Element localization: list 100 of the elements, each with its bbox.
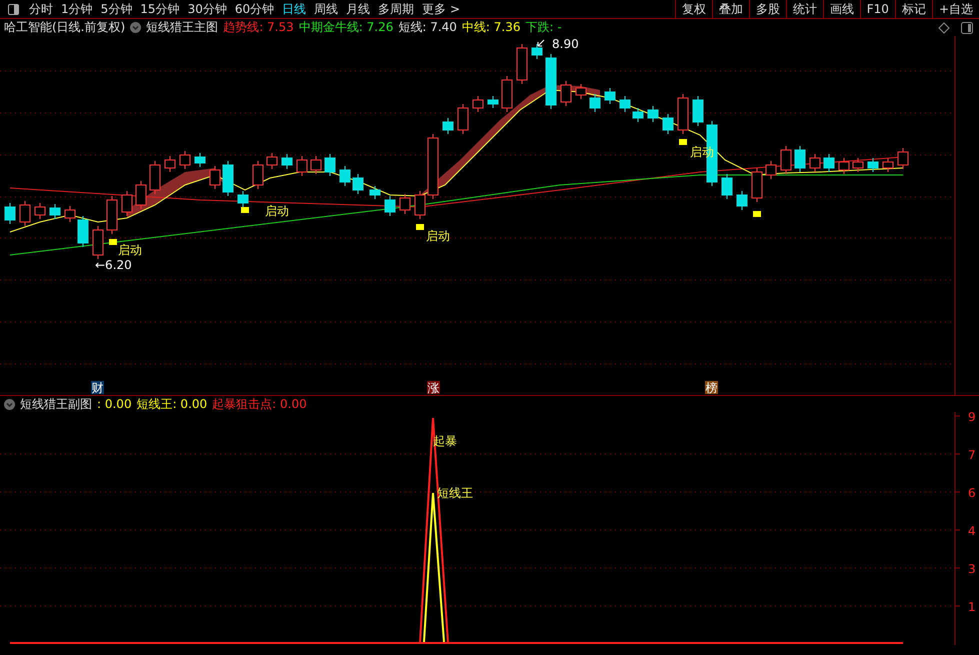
candlestick — [882, 158, 894, 172]
indicator-reading: 趋势线: 7.53 — [223, 19, 294, 36]
candlestick — [560, 80, 572, 106]
indicator-reading: 下跌: - — [526, 19, 562, 36]
candlestick — [620, 96, 630, 112]
candlestick — [180, 150, 190, 170]
candlestick — [780, 146, 792, 174]
chevron-icon[interactable] — [4, 398, 15, 410]
candlestick — [324, 154, 336, 176]
toolbar-button[interactable]: 画线 — [822, 0, 860, 18]
toolbar-button[interactable]: 统计 — [786, 0, 823, 18]
signal-label: 启动 — [426, 229, 450, 243]
event-badge[interactable]: 榜 — [705, 381, 718, 395]
period-tab[interactable]: 60分钟 — [230, 0, 278, 18]
signal-marker — [416, 224, 424, 230]
signal-marker — [679, 139, 687, 145]
indicator-reading: 短线: 7.40 — [398, 19, 457, 36]
candlestick — [442, 118, 454, 134]
candlestick — [414, 190, 426, 220]
candlestick — [106, 196, 118, 234]
arrow-icon — [538, 40, 544, 46]
signal-label: 启动 — [118, 243, 142, 257]
signal-marker — [241, 207, 249, 213]
candlestick — [868, 158, 878, 172]
candlestick — [824, 154, 834, 172]
candlestick — [400, 194, 410, 214]
event-badge[interactable]: 财 — [91, 381, 104, 395]
period-tab[interactable]: 15分钟 — [136, 0, 184, 18]
candlestick — [752, 168, 762, 202]
period-tab[interactable]: 日线 — [278, 0, 310, 18]
period-tab[interactable]: 1分钟 — [57, 0, 97, 18]
price-label: ←6.20 — [95, 258, 132, 272]
candlestick — [502, 76, 512, 112]
candlestick — [210, 166, 220, 190]
period-tab[interactable]: 30分钟 — [184, 0, 231, 18]
toolbar-button[interactable]: F10 — [860, 0, 895, 18]
candlestick — [20, 200, 30, 226]
period-tab[interactable]: 多周期 — [374, 0, 418, 18]
toolbar-button[interactable]: 标记 — [894, 0, 932, 18]
candlestick — [252, 160, 264, 190]
diamond-icon[interactable] — [938, 22, 950, 34]
candlestick — [516, 44, 528, 84]
axis-label: 4 — [968, 524, 976, 538]
candlestick — [722, 174, 732, 200]
candlestick — [458, 104, 468, 134]
candlestick — [64, 206, 76, 222]
candlestick — [238, 190, 248, 208]
axis-label: 6 — [968, 486, 976, 500]
period-tab[interactable]: 分时 — [25, 0, 57, 18]
candlestick — [34, 202, 46, 220]
toolbar-button[interactable]: +自选 — [932, 0, 979, 18]
candlestick — [428, 134, 438, 200]
toolbar-button[interactable]: 多股 — [748, 0, 786, 18]
candlestick — [340, 166, 350, 186]
axis-label: 9 — [968, 412, 976, 424]
candlestick — [838, 158, 850, 174]
indicator-reading: 中期金牛线: 7.26 — [298, 19, 394, 36]
candlestick — [532, 44, 542, 60]
period-tab[interactable]: 月线 — [342, 0, 374, 18]
candlestick — [736, 190, 748, 210]
chevron-icon[interactable] — [130, 22, 142, 33]
toolbar-button[interactable]: 叠加 — [712, 0, 749, 18]
panel-toggle-icon[interactable] — [8, 4, 19, 14]
price-label: 8.90 — [552, 37, 579, 51]
candlestick — [852, 158, 864, 172]
candlestick — [150, 160, 160, 194]
candlestick — [194, 152, 206, 168]
candlestick — [296, 156, 308, 176]
panel-toggle-icon[interactable] — [961, 22, 973, 34]
candlestick — [662, 114, 674, 134]
candlestick — [122, 190, 132, 216]
candlestick — [576, 84, 586, 100]
candlestick — [590, 94, 600, 112]
candlestick — [352, 174, 364, 194]
candlestick — [370, 186, 380, 200]
indicator-name: 短线猎王副图 — [20, 396, 92, 412]
period-tab[interactable]: 周线 — [310, 0, 342, 18]
axis-label: 7 — [968, 448, 976, 462]
signal-label: 启动 — [265, 204, 289, 218]
candlestick — [898, 148, 908, 170]
toolbar-button[interactable]: 复权 — [674, 0, 712, 18]
period-tab[interactable]: 5分钟 — [96, 0, 136, 18]
signal-marker — [109, 239, 117, 245]
candlestick — [50, 204, 60, 220]
candlestick — [488, 96, 498, 108]
candlestick — [692, 96, 704, 126]
event-badge[interactable]: 涨 — [427, 381, 440, 395]
candlestick — [282, 154, 292, 170]
candlestick — [546, 54, 556, 110]
signal-marker — [753, 211, 761, 217]
indicator-reading: 短线王: 0.00 — [136, 396, 208, 412]
indicator-reading: 中线: 7.36 — [462, 19, 520, 36]
period-tab[interactable]: 更多 > — [418, 0, 464, 18]
indicator-reading: 起暴狙击点: 0.00 — [212, 396, 307, 412]
candlestick — [794, 146, 806, 172]
axis-label: 1 — [968, 600, 976, 614]
indicator-name: 短线猎王主图 — [146, 19, 218, 36]
candlestick — [136, 180, 146, 210]
axis-label: 3 — [968, 562, 976, 576]
indicator-reading: : 0.00 — [97, 397, 132, 411]
